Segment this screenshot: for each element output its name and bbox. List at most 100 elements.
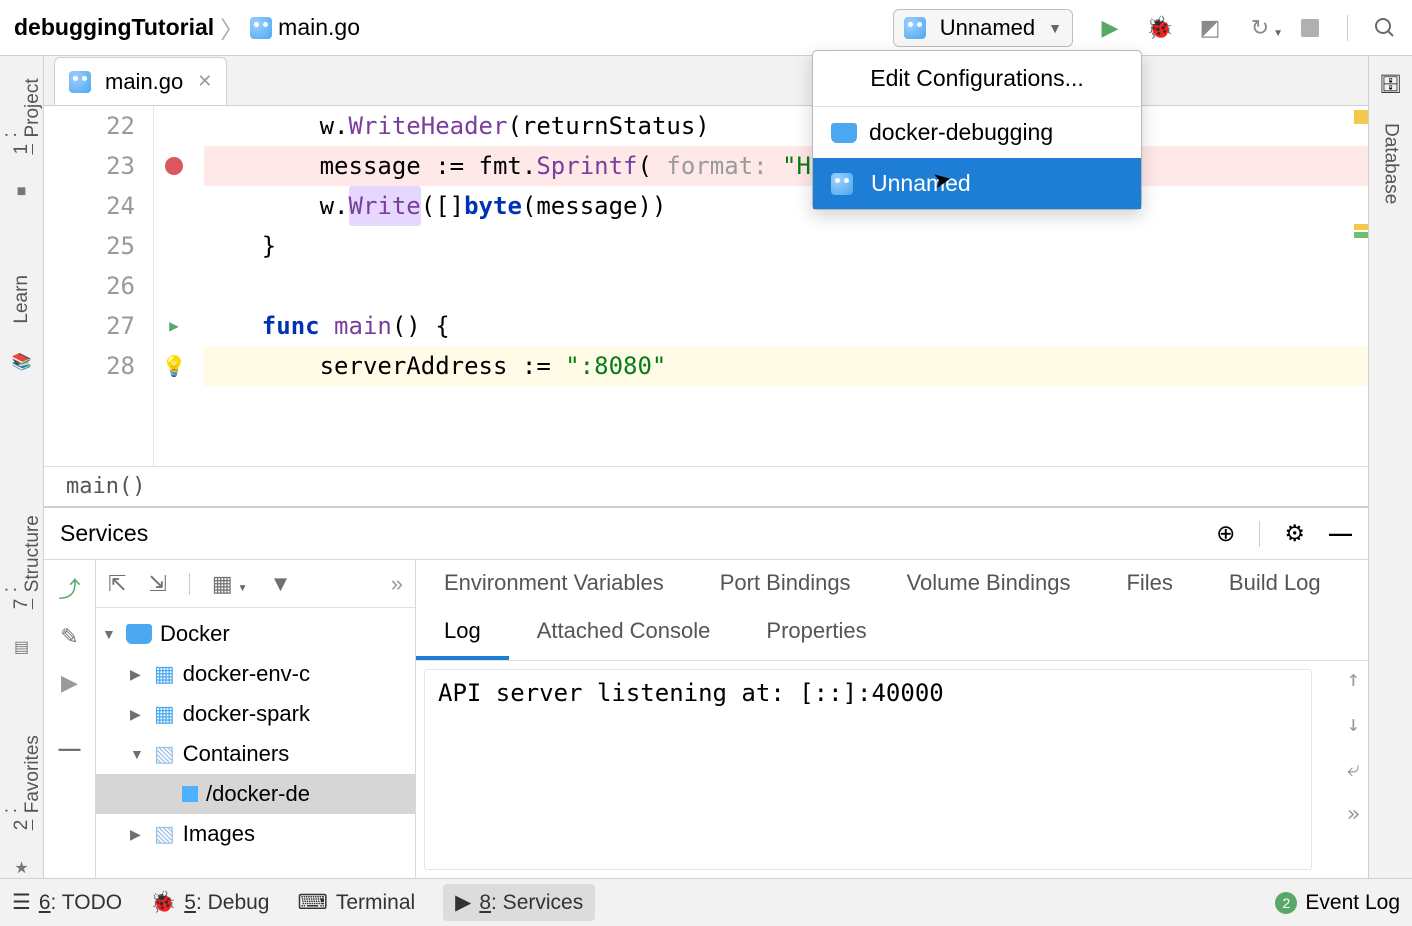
search-everywhere-icon[interactable] xyxy=(1372,15,1398,41)
code-line-25[interactable]: } xyxy=(204,226,1368,266)
tree-docker-spark[interactable]: ▶▦docker-spark xyxy=(96,694,415,734)
status-services[interactable]: ▶8: Services xyxy=(443,884,595,921)
services-tab-port-bindings[interactable]: Port Bindings xyxy=(692,560,879,608)
services-tab-log[interactable]: Log xyxy=(416,608,509,660)
code-line-22[interactable]: w.WriteHeader(returnStatus) xyxy=(204,106,1368,146)
run-icon[interactable]: ▶ xyxy=(1097,15,1123,41)
more-icon[interactable]: » xyxy=(391,571,403,597)
collapse-all-icon[interactable]: ⇲ xyxy=(148,571,166,597)
tree-docker-env-c[interactable]: ▶▦docker-env-c xyxy=(96,654,415,694)
services-tab-build-log[interactable]: Build Log xyxy=(1201,560,1349,608)
group-icon[interactable]: ▦▼ xyxy=(212,571,248,597)
status-todo[interactable]: ☰6: TODO xyxy=(12,890,122,915)
status-bar: ☰6: TODO 🐞5: Debug ⌨Terminal ▶8: Services 2E… xyxy=(0,878,1412,926)
learn-icon: 📚 xyxy=(12,352,32,372)
event-log-button[interactable]: Event Log xyxy=(1305,891,1400,915)
editor-breadcrumb[interactable]: main() xyxy=(44,466,1368,506)
right-tool-strip: 🗄 Database xyxy=(1368,56,1412,878)
services-icon: ▶ xyxy=(455,890,471,915)
project-icon: ■ xyxy=(17,183,27,201)
stop-icon[interactable] xyxy=(1297,15,1323,41)
run-gutter-icon[interactable]: ▶ xyxy=(169,306,179,346)
warning-marker-icon[interactable] xyxy=(1354,110,1368,124)
docker-icon xyxy=(126,624,152,644)
tree-docker[interactable]: ▼Docker xyxy=(96,614,415,654)
services-tree[interactable]: ▼Docker▶▦docker-env-c▶▦docker-spark▼▧Con… xyxy=(96,608,415,860)
top-navbar: debuggingTutorial 〉 main.go Unnamed ▼ ▶ … xyxy=(0,0,1412,56)
run-config-popup: Edit Configurations... docker-debuggingU… xyxy=(812,50,1142,210)
deploy-icon[interactable]: ⤴ xyxy=(58,572,80,604)
edit-icon[interactable]: ✎ xyxy=(60,624,78,650)
tool-project[interactable]: 1: Project xyxy=(0,74,44,155)
editor-marker-bar[interactable] xyxy=(1350,106,1368,466)
docker-icon xyxy=(831,123,857,143)
gear-icon[interactable]: ⚙ xyxy=(1284,520,1305,547)
filter-icon[interactable]: ▼ xyxy=(270,571,292,597)
warning-stripe-icon[interactable] xyxy=(1354,224,1368,230)
tree-Containers[interactable]: ▼▧Containers xyxy=(96,734,415,774)
code-line-28[interactable]: serverAddress := ":8080" xyxy=(204,346,1368,386)
services-tab-volume-bindings[interactable]: Volume Bindings xyxy=(879,560,1099,608)
breakpoint-icon[interactable] xyxy=(165,157,183,175)
todo-icon: ☰ xyxy=(12,890,31,915)
expand-arrow-icon[interactable]: ▼ xyxy=(130,746,146,762)
breadcrumb-project[interactable]: debuggingTutorial xyxy=(14,14,214,41)
scroll-up-icon[interactable]: ↑ xyxy=(1347,667,1360,692)
edit-configurations-item[interactable]: Edit Configurations... xyxy=(813,51,1141,107)
tool-structure[interactable]: 7: Structure xyxy=(0,512,44,609)
code-line-26[interactable] xyxy=(204,266,1368,306)
services-tab-files[interactable]: Files xyxy=(1098,560,1200,608)
breadcrumb-file[interactable]: main.go xyxy=(278,14,360,41)
minimize-icon[interactable]: — xyxy=(1329,520,1352,547)
code-area[interactable]: w.WriteHeader(returnStatus) message := f… xyxy=(194,106,1368,466)
tool-learn[interactable]: Learn xyxy=(11,275,33,324)
expand-arrow-icon[interactable]: ▶ xyxy=(130,826,146,843)
gutter-marks[interactable]: ▶💡 xyxy=(154,106,194,466)
expand-arrow-icon[interactable]: ▶ xyxy=(130,666,146,683)
minus-icon[interactable]: — xyxy=(59,736,81,762)
grid-icon: ▧ xyxy=(154,821,175,847)
grid-icon: ▧ xyxy=(154,741,175,767)
editor-tab-main[interactable]: main.go ✕ xyxy=(54,57,227,105)
gopher-icon xyxy=(69,71,91,93)
more-icon[interactable]: » xyxy=(1347,802,1360,827)
target-icon[interactable]: ⊕ xyxy=(1216,520,1235,547)
run-config-item-docker-debugging[interactable]: docker-debugging xyxy=(813,107,1141,158)
status-terminal[interactable]: ⌨Terminal xyxy=(298,890,416,915)
event-count-badge: 2 xyxy=(1275,892,1297,914)
tree-/docker-de[interactable]: /docker-de xyxy=(96,774,415,814)
services-tab-attached-console[interactable]: Attached Console xyxy=(509,608,739,660)
expand-all-icon[interactable]: ⇱ xyxy=(108,571,126,597)
coverage-icon[interactable]: ◩ xyxy=(1197,15,1223,41)
run-icon[interactable]: ▶ xyxy=(61,670,78,696)
scroll-down-icon[interactable]: ↓ xyxy=(1347,712,1360,737)
services-tree-pane: ⇱ ⇲ ▦▼ ▼ » ▼Docker▶▦docker-env-c▶▦docker… xyxy=(96,560,416,878)
close-icon[interactable]: ✕ xyxy=(197,71,212,92)
expand-arrow-icon[interactable]: ▶ xyxy=(130,706,146,723)
intention-bulb-icon[interactable]: 💡 xyxy=(162,346,187,386)
debug-icon[interactable]: 🐞 xyxy=(1147,15,1173,41)
services-tab-environment-variables[interactable]: Environment Variables xyxy=(416,560,692,608)
code-line-24[interactable]: w.Write([]byte(message)) xyxy=(204,186,1368,226)
toolbar-actions: ▶ 🐞 ◩ ↻▼ xyxy=(1097,15,1398,41)
code-editor[interactable]: 22 23 24 25 26 27 28 ▶💡 w.WriteHeader(re… xyxy=(44,106,1368,466)
tool-database[interactable]: Database xyxy=(1380,123,1402,204)
services-tab-properties[interactable]: Properties xyxy=(738,608,894,660)
status-debug[interactable]: 🐞5: Debug xyxy=(150,891,269,915)
soft-wrap-icon[interactable]: ⤶ xyxy=(1347,757,1359,782)
tool-favorites[interactable]: 2: Favorites xyxy=(0,732,44,830)
code-line-23[interactable]: message := fmt.Sprintf( format: "Hello % xyxy=(204,146,1368,186)
profile-icon[interactable]: ↻▼ xyxy=(1247,15,1273,41)
run-config-dropdown[interactable]: Unnamed ▼ xyxy=(893,9,1073,47)
tree-Images[interactable]: ▶▧Images xyxy=(96,814,415,854)
services-log[interactable]: API server listening at: [::]:40000 ↑ ↓ … xyxy=(416,661,1368,878)
breadcrumb: debuggingTutorial 〉 main.go xyxy=(14,10,360,45)
database-icon: 🗄 xyxy=(1379,74,1402,95)
favorites-icon: ★ xyxy=(14,858,28,878)
code-line-27[interactable]: func main() { xyxy=(204,306,1368,346)
ok-stripe-icon[interactable] xyxy=(1354,232,1368,238)
expand-arrow-icon[interactable]: ▼ xyxy=(102,626,118,642)
services-tree-toolbar: ⇱ ⇲ ▦▼ ▼ » xyxy=(96,560,415,608)
services-action-bar: ⤴ ✎ ▶ — xyxy=(44,560,96,878)
run-config-item-unnamed[interactable]: Unnamed xyxy=(813,158,1141,209)
